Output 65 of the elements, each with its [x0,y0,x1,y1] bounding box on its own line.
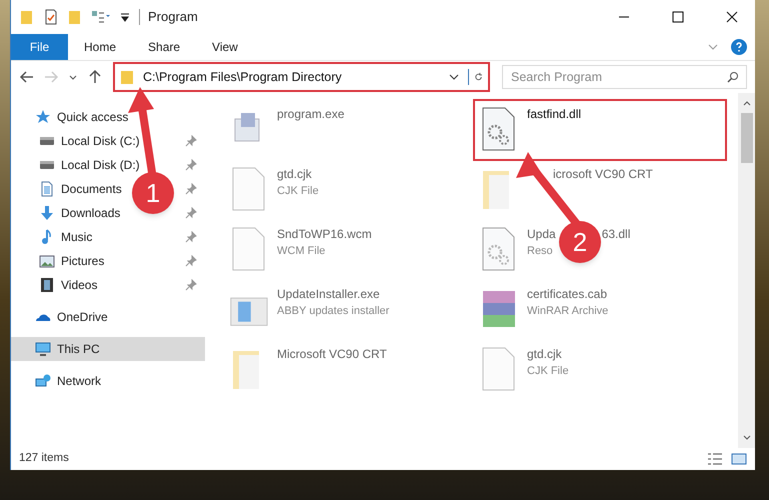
sidebar-item[interactable]: Quick access [57,108,128,126]
drive-icon [39,137,55,145]
file-name[interactable]: gtd.cjk [527,345,562,363]
dropdown-icon[interactable] [119,11,131,23]
search-field[interactable]: Search Program [502,65,747,89]
pin-icon[interactable] [185,159,197,171]
refresh-icon[interactable] [468,69,484,85]
file-name[interactable]: Upda [527,225,556,243]
back-icon[interactable] [19,69,35,85]
pin-icon[interactable] [185,135,197,147]
network-icon [35,373,51,389]
file-type: ABBY updates installer [277,304,390,319]
sidebar-item[interactable]: Documents [61,180,122,198]
pin-icon[interactable] [185,255,197,267]
scroll-thumb[interactable] [740,113,752,163]
help-icon[interactable] [731,39,747,55]
sidebar-item[interactable]: Music [61,228,92,246]
star-icon [35,109,51,125]
file-type: WinRAR Archive [527,304,608,319]
scrollbar[interactable] [738,93,755,448]
folder-icon [119,69,135,85]
file-name[interactable]: gtd.cjk [277,165,312,183]
sidebar-item[interactable]: Local Disk (C:) [61,132,140,150]
address-path: C:\Program Files\Program Directory [143,68,343,86]
download-icon [39,205,55,221]
pin-icon[interactable] [185,183,197,195]
item-count: 127 items [19,451,69,466]
computer-icon [35,341,51,357]
pin-icon[interactable] [185,231,197,243]
file-type: CJK File [277,184,319,199]
sidebar-item[interactable]: Local Disk (D:) [61,156,140,174]
picture-icon [39,253,55,269]
pin-icon[interactable] [185,207,197,219]
sidebar-item[interactable]: This PC [57,340,100,358]
ribbon-tab[interactable]: Home [68,34,132,60]
sidebar-item[interactable]: Pictures [61,252,104,270]
file-type: CJK File [527,364,569,379]
search-icon[interactable] [727,71,739,83]
window-title: Program [148,8,198,26]
drive-icon [39,161,55,169]
file-name[interactable]: icrosoft VC90 CRT [553,165,653,183]
sidebar-item[interactable]: Network [57,372,102,390]
sidebar-item[interactable]: Downloads [61,204,120,222]
file-name[interactable]: 63.dll [602,225,630,243]
file-name[interactable]: program.exe [277,105,344,123]
file-name[interactable]: SndToWP16.wcm [277,225,372,243]
file-name[interactable]: Microsoft VC90 CRT [277,345,387,363]
film-icon [39,277,55,293]
file-name[interactable]: fastfind.dll [527,105,582,123]
document-icon [39,181,55,197]
pin-icon[interactable] [185,279,197,291]
checklist-icon[interactable] [43,9,59,25]
file-name[interactable]: certificates.cab [527,285,608,303]
file-type: Reso [527,244,554,259]
ribbon-tab[interactable]: File [11,34,68,60]
sidebar-item[interactable]: Videos [61,276,98,294]
file-type: WCM File [277,244,326,259]
thumbnail-view-icon[interactable] [731,451,747,467]
up-arrow-icon[interactable] [87,69,103,85]
file-name[interactable]: UpdateInstaller.exe [277,285,380,303]
properties-icon[interactable] [91,9,111,25]
details-view-icon[interactable] [707,451,723,467]
ribbon-tab[interactable]: View [196,34,254,60]
sidebar-item[interactable]: OneDrive [57,308,108,326]
ribbon-tab[interactable]: Share [132,34,196,60]
